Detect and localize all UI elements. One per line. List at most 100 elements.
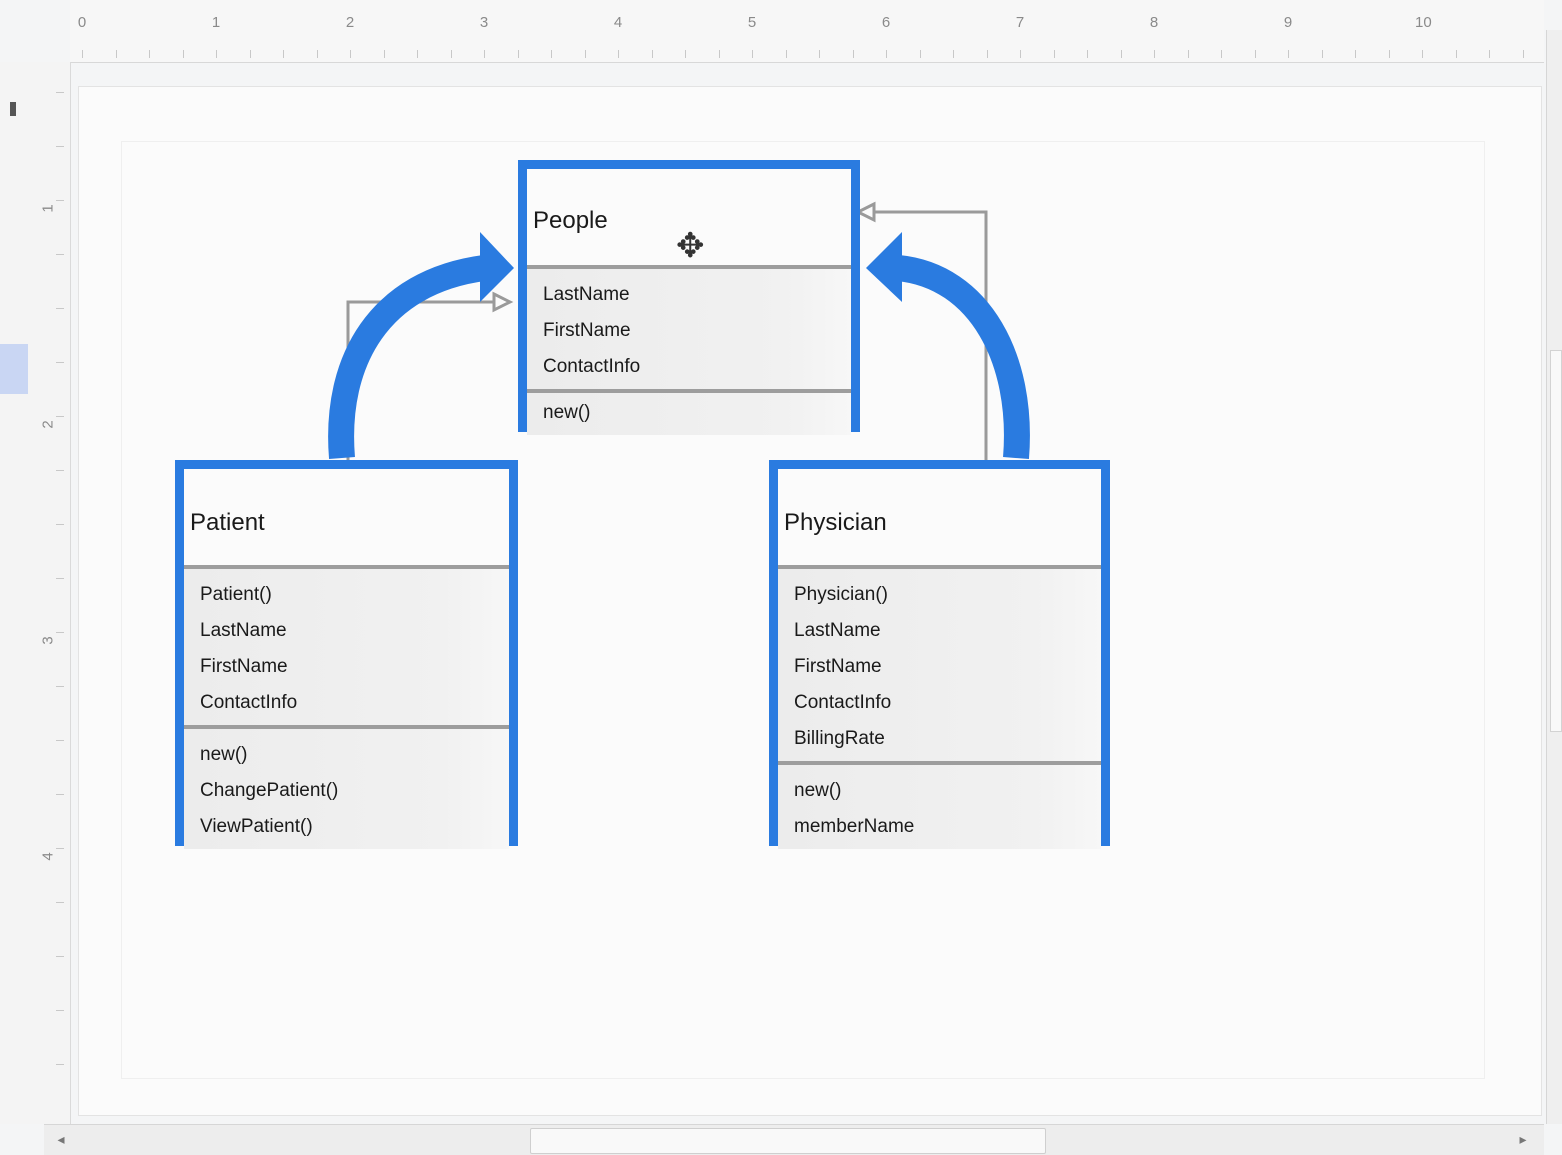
attribute-item: LastName (200, 620, 287, 641)
attribute-compartment: Physician() LastName FirstName ContactIn… (778, 569, 1101, 765)
operation-compartment: new() memberName (778, 765, 1101, 849)
ruler-minor-tick (56, 1010, 64, 1011)
ruler-minor-tick (56, 578, 64, 579)
ruler-minor-tick (56, 956, 64, 957)
ruler-minor-tick (1522, 50, 1524, 58)
ruler-label: 10 (1415, 14, 1432, 31)
operation-item: new() (794, 780, 842, 801)
operation-item: memberName (794, 816, 915, 837)
ruler-minor-tick (1221, 50, 1222, 58)
operation-compartment: new() ChangePatient() ViewPatient() (184, 729, 509, 849)
ruler-minor-tick (618, 50, 619, 58)
ruler-minor-tick (350, 50, 351, 58)
ruler-label: 4 (613, 14, 623, 31)
ruler-label: 5 (747, 14, 757, 31)
ruler-minor-tick (651, 50, 653, 58)
ruler-minor-tick (56, 1064, 64, 1065)
ruler-minor-tick (1388, 50, 1390, 58)
ruler-label: 4 (39, 852, 57, 861)
ruler-minor-tick (450, 50, 452, 58)
ruler-minor-tick (417, 50, 418, 58)
class-physician[interactable]: Physician Physician() LastName FirstName… (769, 460, 1110, 849)
ruler-minor-tick (383, 50, 385, 58)
ruler-minor-tick (1422, 50, 1423, 58)
operation-item: ViewPatient() (200, 816, 313, 837)
ruler-minor-tick (1154, 50, 1155, 58)
ruler-minor-tick (1355, 50, 1356, 58)
ruler-minor-tick (919, 50, 921, 58)
operation-item: ChangePatient() (200, 780, 339, 801)
vertical-scroll-thumb[interactable] (1550, 350, 1562, 732)
ruler-minor-tick (1020, 50, 1021, 58)
ruler-minor-tick (56, 254, 64, 255)
ruler-minor-tick (819, 50, 820, 58)
attribute-item: FirstName (794, 656, 882, 677)
ruler-minor-tick (56, 92, 64, 93)
horizontal-scrollbar[interactable]: ◂ ▸ (44, 1124, 1544, 1155)
ruler-minor-tick (182, 50, 184, 58)
attribute-item: LastName (543, 284, 630, 305)
class-people[interactable]: People LastName FirstName ContactInfo ne… (518, 160, 860, 435)
ruler-minor-tick (953, 50, 954, 58)
ruler-minor-tick (886, 50, 887, 58)
ruler-minor-tick (56, 740, 64, 741)
move-cursor-icon: ✥ (676, 227, 705, 265)
ruler-minor-tick (56, 632, 64, 633)
ruler-corner-mark (10, 102, 16, 116)
ruler-label: 2 (39, 420, 57, 429)
ruler-minor-tick (283, 50, 284, 58)
ruler-minor-tick (249, 50, 251, 58)
ruler-label: 2 (345, 14, 355, 31)
ruler-minor-tick (56, 146, 64, 147)
ruler-label: 7 (1015, 14, 1025, 31)
ruler-minor-tick (551, 50, 552, 58)
attribute-item: ContactInfo (200, 692, 298, 713)
ruler-minor-tick (115, 50, 117, 58)
ruler-minor-tick (316, 50, 318, 58)
ruler-minor-tick (1489, 50, 1490, 58)
operation-item: new() (200, 744, 248, 765)
attribute-item: Patient() (200, 584, 272, 605)
horizontal-scroll-thumb[interactable] (530, 1128, 1046, 1154)
ruler-minor-tick (1321, 50, 1323, 58)
ruler-minor-tick (56, 848, 64, 849)
vertical-scrollbar[interactable] (1546, 30, 1562, 1124)
ruler-label: 0 (77, 14, 87, 31)
ruler-minor-tick (852, 50, 854, 58)
scroll-right-icon[interactable]: ▸ (1514, 1131, 1532, 1148)
ruler-minor-tick (56, 200, 64, 201)
ruler-minor-tick (56, 902, 64, 903)
ruler-minor-tick (517, 50, 519, 58)
ruler-minor-tick (56, 470, 64, 471)
ruler-minor-tick (718, 50, 720, 58)
ruler-minor-tick (1455, 50, 1457, 58)
ruler-minor-tick (1053, 50, 1055, 58)
ruler-minor-tick (1288, 50, 1289, 58)
ruler-position-marker (0, 344, 28, 394)
class-name: Physician (778, 469, 1101, 569)
ruler-minor-tick (56, 362, 64, 363)
ruler-label: 6 (881, 14, 891, 31)
class-patient[interactable]: Patient Patient() LastName FirstName Con… (175, 460, 518, 849)
attribute-compartment: Patient() LastName FirstName ContactInfo (184, 569, 509, 729)
attribute-item: ContactInfo (543, 356, 641, 377)
scroll-left-icon[interactable]: ◂ (52, 1131, 70, 1148)
ruler-minor-tick (56, 416, 64, 417)
ruler-minor-tick (149, 50, 150, 58)
ruler-minor-tick (584, 50, 586, 58)
attribute-compartment: LastName FirstName ContactInfo (527, 269, 851, 393)
ruler-minor-tick (56, 524, 64, 525)
ruler-minor-tick (484, 50, 485, 58)
ruler-label: 1 (211, 14, 221, 31)
ruler-minor-tick (1254, 50, 1256, 58)
attribute-item: FirstName (543, 320, 631, 341)
class-name: Patient (184, 469, 509, 569)
ruler-minor-tick (216, 50, 217, 58)
ruler-minor-tick (685, 50, 686, 58)
attribute-item: ContactInfo (794, 692, 892, 713)
ruler-label: 1 (39, 204, 57, 213)
ruler-minor-tick (56, 794, 64, 795)
ruler-minor-tick (1087, 50, 1088, 58)
ruler-minor-tick (56, 308, 64, 309)
ruler-label: 3 (479, 14, 489, 31)
